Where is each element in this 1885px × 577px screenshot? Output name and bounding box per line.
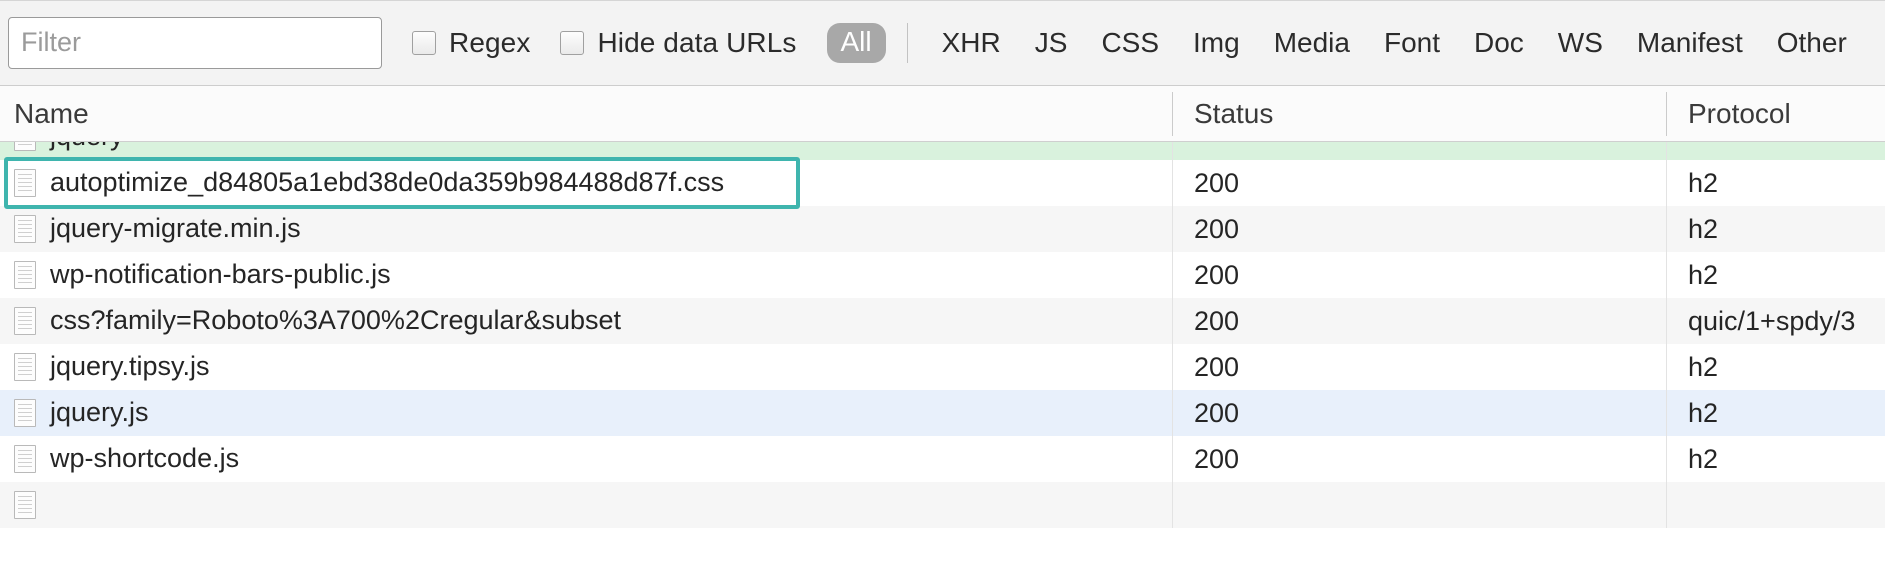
cell-protocol: quic/1+spdy/3 xyxy=(1666,298,1885,344)
filter-type-ws[interactable]: WS xyxy=(1558,29,1603,57)
cell-status: 200 xyxy=(1172,298,1666,344)
hide-data-urls-checkbox[interactable] xyxy=(560,31,584,55)
cell-status: 200 xyxy=(1172,160,1666,206)
cell-status: 200 xyxy=(1172,436,1666,482)
cell-protocol: h2 xyxy=(1666,344,1885,390)
network-request-list[interactable]: jquery autoptimize_d84805a1ebd38de0da359b… xyxy=(0,142,1885,577)
cell-name[interactable] xyxy=(0,482,1172,528)
cell-protocol xyxy=(1666,142,1885,160)
document-icon xyxy=(14,399,36,427)
cell-protocol: h2 xyxy=(1666,160,1885,206)
column-header-protocol-label: Protocol xyxy=(1688,98,1791,130)
request-name-label: wp-notification-bars-public.js xyxy=(50,261,391,290)
network-filter-toolbar: Regex Hide data URLs All XHR JS CSS Img … xyxy=(0,0,1885,86)
cell-protocol: h2 xyxy=(1666,390,1885,436)
cell-name[interactable]: css?family=Roboto%3A700%2Cregular&subset xyxy=(0,298,1172,344)
document-icon xyxy=(14,307,36,335)
document-icon xyxy=(14,142,36,151)
document-icon xyxy=(14,169,36,197)
request-name-label: jquery-migrate.min.js xyxy=(50,215,301,244)
table-row[interactable]: jquery-migrate.min.js 200h2 xyxy=(0,206,1885,252)
column-divider-status[interactable] xyxy=(1172,92,1173,136)
cell-protocol xyxy=(1666,482,1885,528)
filter-type-xhr[interactable]: XHR xyxy=(942,29,1001,57)
filter-input[interactable] xyxy=(8,17,382,69)
table-row[interactable]: jquery.js 200h2 xyxy=(0,390,1885,436)
table-row[interactable]: jquery.tipsy.js 200h2 xyxy=(0,344,1885,390)
cell-name[interactable]: jquery.tipsy.js xyxy=(0,344,1172,390)
cell-name[interactable]: jquery.js xyxy=(0,390,1172,436)
cell-name[interactable]: jquery-migrate.min.js xyxy=(0,206,1172,252)
filter-type-manifest[interactable]: Manifest xyxy=(1637,29,1743,57)
request-name-label: jquery.tipsy.js xyxy=(50,353,210,382)
toolbar-separator xyxy=(907,23,908,63)
cell-name[interactable]: wp-notification-bars-public.js xyxy=(0,252,1172,298)
document-icon xyxy=(14,353,36,381)
table-row[interactable]: css?family=Roboto%3A700%2Cregular&subset… xyxy=(0,298,1885,344)
cell-protocol: h2 xyxy=(1666,252,1885,298)
document-icon xyxy=(14,261,36,289)
request-name-label: autoptimize_d84805a1ebd38de0da359b984488… xyxy=(50,169,724,198)
request-name-label: css?family=Roboto%3A700%2Cregular&subset xyxy=(50,307,621,336)
request-name-label: wp-shortcode.js xyxy=(50,445,239,474)
table-row[interactable] xyxy=(0,482,1885,528)
cell-status xyxy=(1172,142,1666,160)
regex-checkbox[interactable] xyxy=(412,31,436,55)
document-icon xyxy=(14,215,36,243)
filter-type-other[interactable]: Other xyxy=(1777,29,1847,57)
cell-status: 200 xyxy=(1172,252,1666,298)
cell-name[interactable]: jquery xyxy=(0,142,1172,160)
filter-type-font[interactable]: Font xyxy=(1384,29,1440,57)
request-name-label: jquery.js xyxy=(50,399,149,428)
table-header: Name Status Protocol xyxy=(0,86,1885,142)
column-divider-protocol[interactable] xyxy=(1666,92,1667,136)
filter-type-js[interactable]: JS xyxy=(1035,29,1068,57)
cell-protocol: h2 xyxy=(1666,436,1885,482)
column-header-name[interactable]: Name xyxy=(0,86,1172,142)
document-icon xyxy=(14,445,36,473)
column-header-protocol[interactable]: Protocol xyxy=(1666,86,1885,142)
hide-data-urls-label: Hide data URLs xyxy=(597,27,796,59)
cell-protocol: h2 xyxy=(1666,206,1885,252)
table-row[interactable]: wp-notification-bars-public.js 200h2 xyxy=(0,252,1885,298)
hide-data-urls-checkbox-group[interactable]: Hide data URLs xyxy=(560,27,796,59)
cell-status: 200 xyxy=(1172,344,1666,390)
request-name-label: jquery xyxy=(50,142,124,152)
column-header-name-label: Name xyxy=(14,98,89,130)
column-header-status[interactable]: Status xyxy=(1172,86,1666,142)
table-row[interactable]: wp-shortcode.js 200h2 xyxy=(0,436,1885,482)
filter-type-all[interactable]: All xyxy=(827,23,886,63)
cell-status: 200 xyxy=(1172,206,1666,252)
filter-type-doc[interactable]: Doc xyxy=(1474,29,1524,57)
cell-name[interactable]: wp-shortcode.js xyxy=(0,436,1172,482)
cell-status: 200 xyxy=(1172,390,1666,436)
filter-type-media[interactable]: Media xyxy=(1274,29,1350,57)
document-icon xyxy=(14,491,36,519)
table-row[interactable]: autoptimize_d84805a1ebd38de0da359b984488… xyxy=(0,160,1885,206)
cell-status xyxy=(1172,482,1666,528)
filter-type-img[interactable]: Img xyxy=(1193,29,1240,57)
filter-type-css[interactable]: CSS xyxy=(1101,29,1159,57)
regex-label: Regex xyxy=(449,27,530,59)
table-row[interactable]: jquery xyxy=(0,142,1885,160)
cell-name[interactable]: autoptimize_d84805a1ebd38de0da359b984488… xyxy=(0,160,1172,206)
regex-checkbox-group[interactable]: Regex xyxy=(412,27,530,59)
network-panel: Regex Hide data URLs All XHR JS CSS Img … xyxy=(0,0,1885,577)
column-header-status-label: Status xyxy=(1194,98,1273,130)
